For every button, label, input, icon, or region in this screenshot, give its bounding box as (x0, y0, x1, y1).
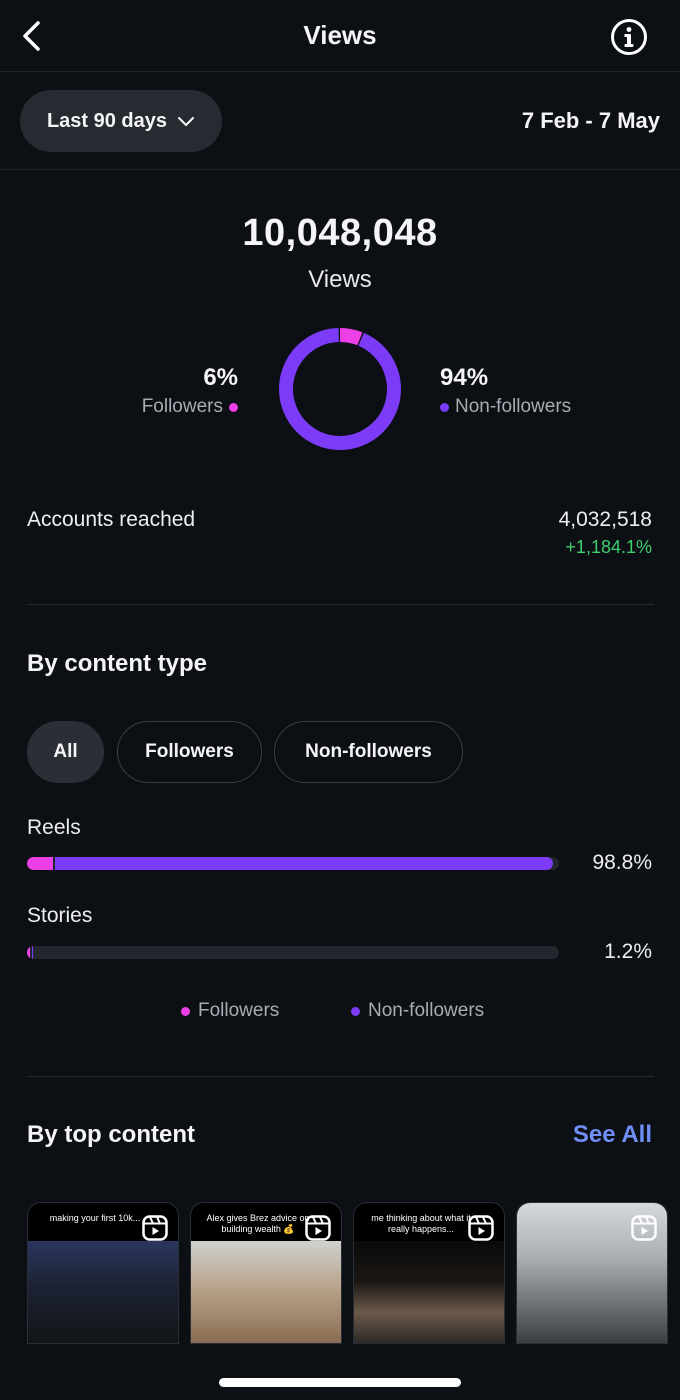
home-indicator[interactable] (219, 1378, 461, 1387)
top-bar: Views (0, 0, 680, 72)
accounts-reached-change: +1,184.1% (565, 537, 652, 557)
chip-all[interactable]: All (27, 721, 104, 783)
thumbnail-image (28, 1241, 178, 1343)
followers-pct: 6% (203, 364, 238, 391)
donut-nonfollowers-arc (279, 328, 401, 450)
stories-bar-followers (27, 946, 31, 959)
accounts-reached-label: Accounts reached (27, 508, 196, 531)
followers-label: Followers (141, 396, 223, 417)
legend-followers-label: Followers (198, 1000, 280, 1021)
nonfollowers-dot-icon (440, 402, 449, 412)
nonfollowers-pct: 94% (440, 364, 489, 391)
reels-icon (631, 1215, 657, 1241)
bottom-safe-area (0, 1344, 680, 1400)
reels-icon (305, 1215, 331, 1241)
stories-bar-nonfollowers (32, 946, 34, 959)
accounts-reached-value: 4,032,518 (558, 508, 652, 531)
info-button[interactable] (610, 18, 648, 56)
content-type-title: By content type (27, 650, 208, 677)
chip-followers[interactable]: Followers (117, 721, 262, 783)
thumbnail-image (354, 1241, 504, 1343)
followers-dot-icon (229, 402, 238, 412)
legend-nonfollowers-label: Non-followers (368, 1000, 485, 1021)
filter-row: Last 90 days 7 Feb - 7 May (0, 72, 680, 170)
date-range-dropdown[interactable]: Last 90 days (20, 90, 222, 152)
views-donut-chart (279, 328, 401, 450)
reels-bar-followers (27, 857, 54, 870)
nonfollowers-label: Non-followers (455, 396, 572, 417)
stories-bar (27, 946, 559, 959)
see-all-link[interactable]: See All (573, 1121, 652, 1149)
chevron-down-icon (178, 117, 195, 126)
chip-non-followers[interactable]: Non-followers (274, 721, 463, 783)
reels-pct: 98.8% (592, 851, 652, 874)
top-content-carousel[interactable]: making your first 10k... Alex gives Brez… (27, 1202, 680, 1344)
page-title: Views (303, 20, 377, 50)
nonfollowers-stat: 94% Non-followers (440, 364, 571, 418)
info-icon (611, 19, 647, 55)
divider (27, 604, 654, 605)
top-content-item[interactable]: making your first 10k... (27, 1202, 179, 1344)
legend-nonfollowers-dot-icon (351, 1006, 360, 1016)
total-views: 10,048,048 (242, 212, 438, 254)
divider (27, 1076, 654, 1077)
thumbnail-image (191, 1241, 341, 1343)
stories-pct: 1.2% (604, 940, 652, 963)
reels-label: Reels (27, 816, 81, 839)
reels-icon (142, 1215, 168, 1241)
date-range-dropdown-label: Last 90 days (46, 109, 168, 132)
top-content-item[interactable] (516, 1202, 668, 1344)
legend-nonfollowers: Non-followers (351, 1000, 484, 1022)
followers-stat: 6% Followers (142, 364, 238, 418)
top-content-title: By top content (27, 1121, 195, 1148)
reels-bar-nonfollowers (55, 857, 553, 870)
top-content-item[interactable]: Alex gives Brez advice on building wealt… (190, 1202, 342, 1344)
total-views-label: Views (308, 266, 372, 293)
top-content-item[interactable]: me thinking about what it really happens… (353, 1202, 505, 1344)
legend-followers-dot-icon (181, 1006, 190, 1016)
stories-label: Stories (27, 904, 93, 927)
reels-bar (27, 857, 559, 870)
reels-icon (468, 1215, 494, 1241)
date-range-text: 7 Feb - 7 May (521, 108, 660, 133)
legend-followers: Followers (181, 1000, 279, 1022)
